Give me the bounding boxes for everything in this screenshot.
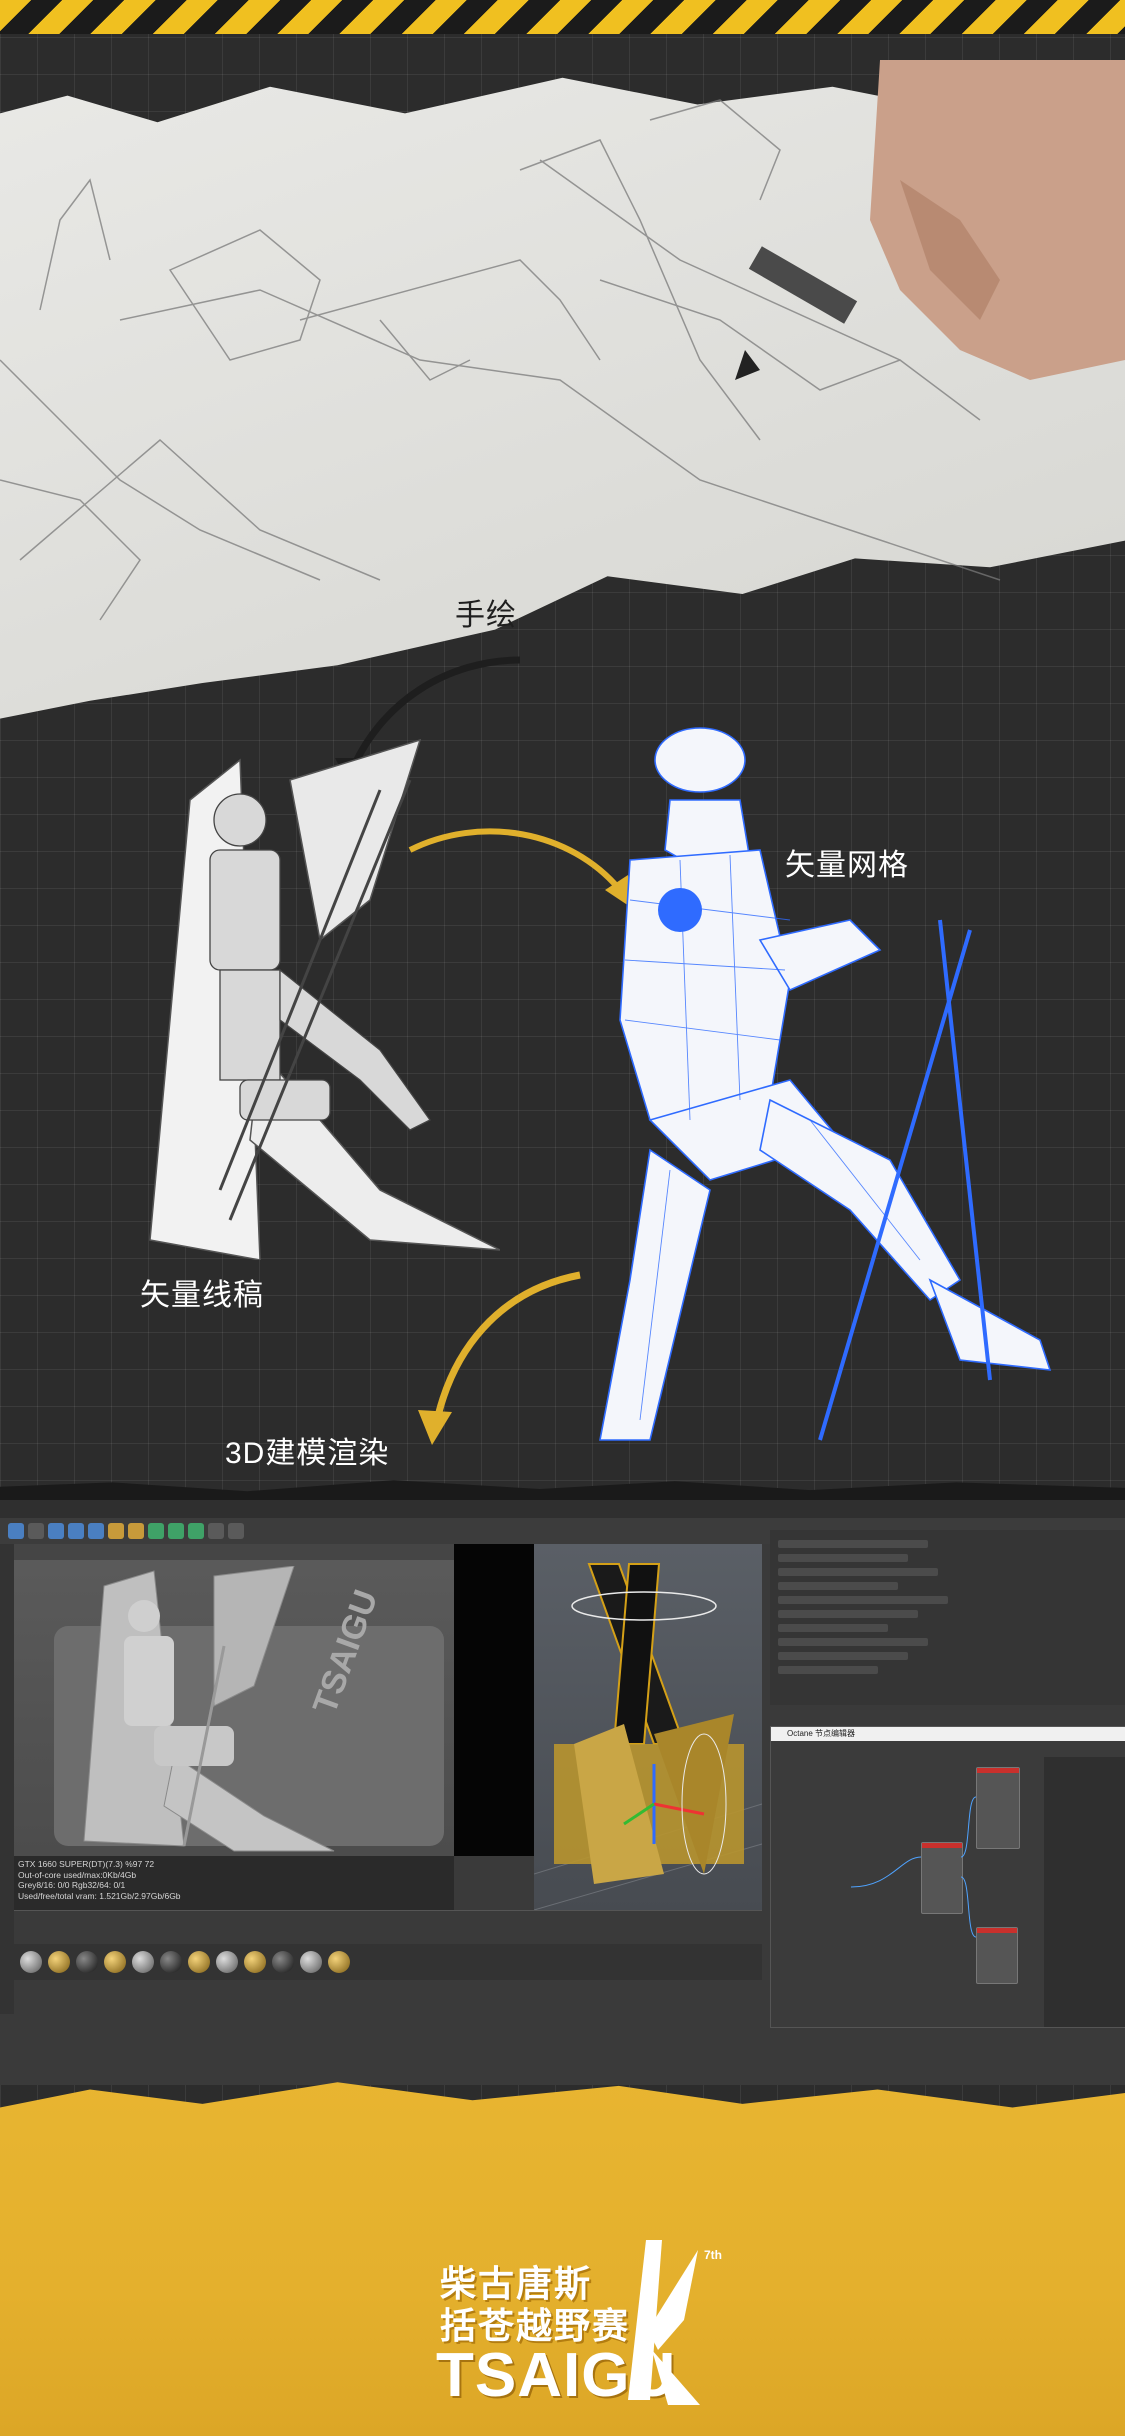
stats-line-2: Out-of-core used/max:0Kb/4Gb xyxy=(18,1869,137,1880)
hazard-stripe-bar xyxy=(0,0,1125,34)
attribute-panel[interactable] xyxy=(1044,1757,1125,2027)
pencil-sketch-drawing xyxy=(0,60,1125,621)
label-vector-lineart: 矢量线稿 xyxy=(140,1279,264,1312)
object-row[interactable] xyxy=(778,1624,888,1632)
material-swatch[interactable] xyxy=(244,1951,266,1973)
object-row[interactable] xyxy=(778,1610,918,1618)
material-swatch[interactable] xyxy=(160,1951,182,1973)
label-vector-mesh: 矢量网格 xyxy=(785,849,909,882)
medal-model xyxy=(533,1563,763,1911)
rotate-tool-icon[interactable] xyxy=(88,1523,104,1539)
arrow-to-modeling xyxy=(418,1271,581,1445)
live-viewer-viewport[interactable]: TSAIGU xyxy=(14,1544,534,1856)
material-swatch[interactable] xyxy=(20,1951,42,1973)
material-swatch[interactable] xyxy=(188,1951,210,1973)
object-row[interactable] xyxy=(778,1652,908,1660)
material-swatch[interactable] xyxy=(76,1951,98,1973)
object-row[interactable] xyxy=(778,1540,928,1548)
material-swatch[interactable] xyxy=(272,1951,294,1973)
render-settings-icon[interactable] xyxy=(128,1523,144,1539)
cube-icon[interactable] xyxy=(148,1523,164,1539)
menu-bar[interactable] xyxy=(0,1500,1125,1518)
object-manager[interactable] xyxy=(770,1530,1125,1705)
material-swatch[interactable] xyxy=(104,1951,126,1973)
stats-line-1: GTX 1660 SUPER(DT)(7.3) %97 72 xyxy=(18,1859,155,1869)
material-swatch[interactable] xyxy=(132,1951,154,1973)
material-swatch[interactable] xyxy=(48,1951,70,1973)
label-3d-modeling-render: 3D建模渲染 xyxy=(225,1437,390,1470)
logo-k-mark xyxy=(628,2240,700,2405)
cinema4d-screenshot: TSAIGU GTX 1660 SUPER(DT)(7.3) %97 72 Ou… xyxy=(0,1500,1125,2085)
object-row[interactable] xyxy=(778,1582,898,1590)
viewport-header xyxy=(14,1544,454,1560)
object-row[interactable] xyxy=(778,1666,878,1674)
material-manager[interactable] xyxy=(14,1944,762,1980)
animation-timeline[interactable] xyxy=(14,1910,762,1945)
redo-icon[interactable] xyxy=(28,1523,44,1539)
object-row[interactable] xyxy=(778,1554,908,1562)
light-icon[interactable] xyxy=(228,1523,244,1539)
viewport-black-area xyxy=(454,1544,534,1856)
scale-tool-icon[interactable] xyxy=(68,1523,84,1539)
perspective-viewport[interactable] xyxy=(533,1544,763,1911)
hand-with-pen-illustration xyxy=(735,60,1125,380)
material-swatch[interactable] xyxy=(300,1951,322,1973)
undo-icon[interactable] xyxy=(8,1523,24,1539)
object-row[interactable] xyxy=(778,1596,948,1604)
object-row[interactable] xyxy=(778,1638,928,1646)
node-connections xyxy=(850,1796,977,1938)
material-swatch[interactable] xyxy=(216,1951,238,1973)
camera-icon[interactable] xyxy=(208,1523,224,1539)
vector-lineart-k-figure xyxy=(149,738,500,1260)
logo-edition-superscript: 7th xyxy=(704,2248,722,2262)
left-tool-strip[interactable] xyxy=(0,1544,14,2014)
rendered-k-model: TSAIGU xyxy=(54,1566,444,1852)
octane-node-editor[interactable]: Octane 节点编辑器 xyxy=(770,1726,1125,2028)
stats-line-3: Grey8/16: 0/0 Rgb32/64: 0/1 xyxy=(18,1880,126,1890)
octane-stats-panel: GTX 1660 SUPER(DT)(7.3) %97 72 Out-of-co… xyxy=(14,1856,454,1910)
pen-icon[interactable] xyxy=(168,1523,184,1539)
vector-mesh-figure xyxy=(599,727,1052,1441)
object-row[interactable] xyxy=(778,1568,938,1576)
label-hand-drawn: 手绘 xyxy=(455,599,517,632)
stats-line-4: Used/free/total vram: 1.521Gb/2.97Gb/6Gb xyxy=(18,1890,181,1901)
move-tool-icon[interactable] xyxy=(48,1523,64,1539)
render-icon[interactable] xyxy=(108,1523,124,1539)
deformer-icon[interactable] xyxy=(188,1523,204,1539)
material-swatch[interactable] xyxy=(328,1951,350,1973)
